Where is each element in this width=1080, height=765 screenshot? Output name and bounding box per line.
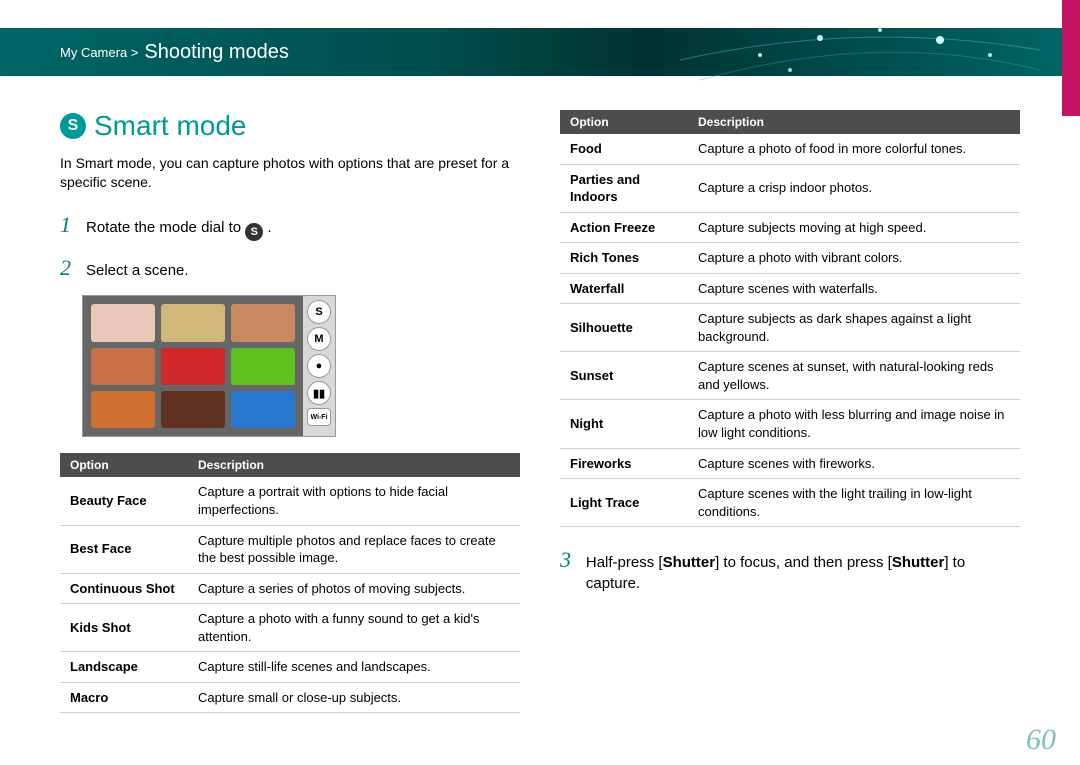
table-row: Parties and IndoorsCapture a crisp indoo…: [560, 164, 1020, 212]
option-name: Rich Tones: [560, 243, 688, 274]
col-header-option: Option: [560, 110, 688, 134]
option-name: Sunset: [560, 352, 688, 400]
table-row: Action FreezeCapture subjects moving at …: [560, 212, 1020, 243]
option-description: Capture a photo with a funny sound to ge…: [188, 604, 520, 652]
options-table-right: Option Description FoodCapture a photo o…: [560, 110, 1020, 527]
step-number: 1: [60, 212, 76, 238]
col-header-description: Description: [688, 110, 1020, 134]
step-1: 1 Rotate the mode dial to S .: [60, 212, 520, 242]
scene-select-screenshot: SM ● ▮▮ Wi-Fi: [82, 295, 336, 437]
step-number: 2: [60, 255, 76, 281]
mode-button: S: [307, 300, 331, 324]
page-number: 60: [1026, 723, 1056, 757]
option-name: Parties and Indoors: [560, 164, 688, 212]
option-name: Best Face: [60, 525, 188, 573]
option-name: Macro: [60, 682, 188, 713]
option-name: Continuous Shot: [60, 573, 188, 604]
option-description: Capture subjects as dark shapes against …: [688, 304, 1020, 352]
side-pink-tab: [1062, 0, 1080, 116]
table-row: FoodCapture a photo of food in more colo…: [560, 134, 1020, 164]
scene-thumbnail: [91, 304, 155, 341]
option-description: Capture a photo with vibrant colors.: [688, 243, 1020, 274]
scene-thumbnail: [91, 391, 155, 428]
option-description: Capture a portrait with options to hide …: [188, 477, 520, 525]
table-row: SilhouetteCapture subjects as dark shape…: [560, 304, 1020, 352]
option-description: Capture still-life scenes and landscapes…: [188, 652, 520, 683]
option-description: Capture subjects moving at high speed.: [688, 212, 1020, 243]
table-row: WaterfallCapture scenes with waterfalls.: [560, 273, 1020, 304]
step-text: Rotate the mode dial to S .: [86, 217, 272, 242]
option-description: Capture scenes with the light trailing i…: [688, 479, 1020, 527]
option-name: Kids Shot: [60, 604, 188, 652]
option-name: Action Freeze: [560, 212, 688, 243]
table-row: NightCapture a photo with less blurring …: [560, 400, 1020, 448]
options-table-left: Option Description Beauty FaceCapture a …: [60, 453, 520, 713]
option-name: Light Trace: [560, 479, 688, 527]
mode-dial-smart-icon: S: [245, 223, 263, 241]
left-column: S Smart mode In Smart mode, you can capt…: [60, 110, 520, 725]
option-name: Beauty Face: [60, 477, 188, 525]
mode-button: M: [307, 327, 331, 351]
mode-button: ●: [307, 354, 331, 378]
scene-thumbnail: [231, 348, 295, 385]
option-name: Waterfall: [560, 273, 688, 304]
option-description: Capture a photo with less blurring and i…: [688, 400, 1020, 448]
option-description: Capture a series of photos of moving sub…: [188, 573, 520, 604]
header-band: My Camera > Shooting modes: [0, 28, 1080, 76]
table-row: FireworksCapture scenes with fireworks.: [560, 448, 1020, 479]
breadcrumb: My Camera >: [60, 45, 138, 60]
option-description: Capture a photo of food in more colorful…: [688, 134, 1020, 164]
page-heading: S Smart mode: [60, 110, 520, 142]
option-description: Capture small or close-up subjects.: [188, 682, 520, 713]
col-header-option: Option: [60, 453, 188, 477]
scene-thumbnail: [161, 391, 225, 428]
table-row: Continuous ShotCapture a series of photo…: [60, 573, 520, 604]
option-description: Capture a crisp indoor photos.: [688, 164, 1020, 212]
option-description: Capture scenes with fireworks.: [688, 448, 1020, 479]
table-row: Best FaceCapture multiple photos and rep…: [60, 525, 520, 573]
step-text: Half-press [Shutter] to focus, and then …: [586, 552, 1020, 594]
scene-thumbnail-grid: [83, 296, 303, 436]
table-row: LandscapeCapture still-life scenes and l…: [60, 652, 520, 683]
option-name: Fireworks: [560, 448, 688, 479]
step-text: Select a scene.: [86, 260, 189, 281]
smart-mode-icon: S: [60, 113, 86, 139]
intro-paragraph: In Smart mode, you can capture photos wi…: [60, 154, 520, 192]
step-3: 3 Half-press [Shutter] to focus, and the…: [560, 547, 1020, 594]
mode-sidebar: SM ● ▮▮ Wi-Fi: [303, 296, 335, 436]
table-row: Light TraceCapture scenes with the light…: [560, 479, 1020, 527]
mode-button: Wi-Fi: [307, 408, 331, 426]
scene-thumbnail: [161, 304, 225, 341]
step-2: 2 Select a scene.: [60, 255, 520, 281]
scene-thumbnail: [161, 348, 225, 385]
scene-thumbnail: [231, 391, 295, 428]
option-name: Night: [560, 400, 688, 448]
mode-button: ▮▮: [307, 381, 331, 405]
table-row: MacroCapture small or close-up subjects.: [60, 682, 520, 713]
scene-thumbnail: [91, 348, 155, 385]
table-row: Beauty FaceCapture a portrait with optio…: [60, 477, 520, 525]
option-name: Landscape: [60, 652, 188, 683]
table-row: Kids ShotCapture a photo with a funny so…: [60, 604, 520, 652]
page-heading-text: Smart mode: [94, 110, 247, 142]
option-name: Food: [560, 134, 688, 164]
content-area: S Smart mode In Smart mode, you can capt…: [60, 110, 1020, 725]
table-row: Rich TonesCapture a photo with vibrant c…: [560, 243, 1020, 274]
table-row: SunsetCapture scenes at sunset, with nat…: [560, 352, 1020, 400]
right-column: Option Description FoodCapture a photo o…: [560, 110, 1020, 725]
option-description: Capture scenes at sunset, with natural-l…: [688, 352, 1020, 400]
option-description: Capture scenes with waterfalls.: [688, 273, 1020, 304]
option-description: Capture multiple photos and replace face…: [188, 525, 520, 573]
col-header-description: Description: [188, 453, 520, 477]
scene-thumbnail: [231, 304, 295, 341]
option-name: Silhouette: [560, 304, 688, 352]
step-number: 3: [560, 547, 576, 573]
header-title: Shooting modes: [144, 41, 289, 64]
